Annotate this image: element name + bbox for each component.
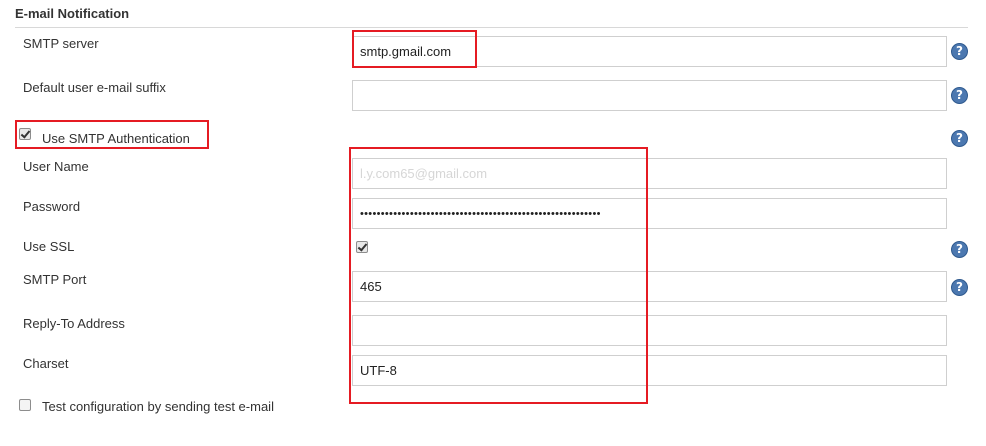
smtp-port-input[interactable] [352,271,947,302]
default-suffix-input[interactable] [352,80,947,111]
use-ssl-help-icon[interactable]: ? [951,241,968,258]
checkmark-icon [357,241,368,252]
use-smtp-auth-label[interactable]: Use SMTP Authentication [42,131,190,146]
charset-label: Charset [23,356,69,371]
checkmark-icon [20,128,31,139]
smtp-port-label: SMTP Port [23,272,87,287]
use-ssl-checkbox[interactable] [356,241,368,253]
smtp-server-help-icon[interactable]: ? [951,43,968,60]
user-name-input[interactable] [352,158,947,189]
user-name-label: User Name [23,159,89,174]
default-suffix-label: Default user e-mail suffix [23,80,166,95]
section-title: E-mail Notification [15,6,130,21]
section-divider [15,27,968,28]
reply-to-label: Reply-To Address [23,316,125,331]
smtp-auth-help-icon[interactable]: ? [951,130,968,147]
password-input[interactable] [352,198,947,229]
reply-to-input[interactable] [352,315,947,346]
password-label: Password [23,199,81,214]
use-ssl-label: Use SSL [23,239,75,254]
default-suffix-help-icon[interactable]: ? [951,87,968,104]
charset-input[interactable] [352,355,947,386]
smtp-port-help-icon[interactable]: ? [951,279,968,296]
use-smtp-auth-checkbox[interactable] [19,128,31,140]
smtp-server-label: SMTP server [23,36,99,51]
test-config-label[interactable]: Test configuration by sending test e-mai… [42,399,274,414]
test-config-checkbox[interactable] [19,399,31,411]
smtp-server-input[interactable] [352,36,947,67]
